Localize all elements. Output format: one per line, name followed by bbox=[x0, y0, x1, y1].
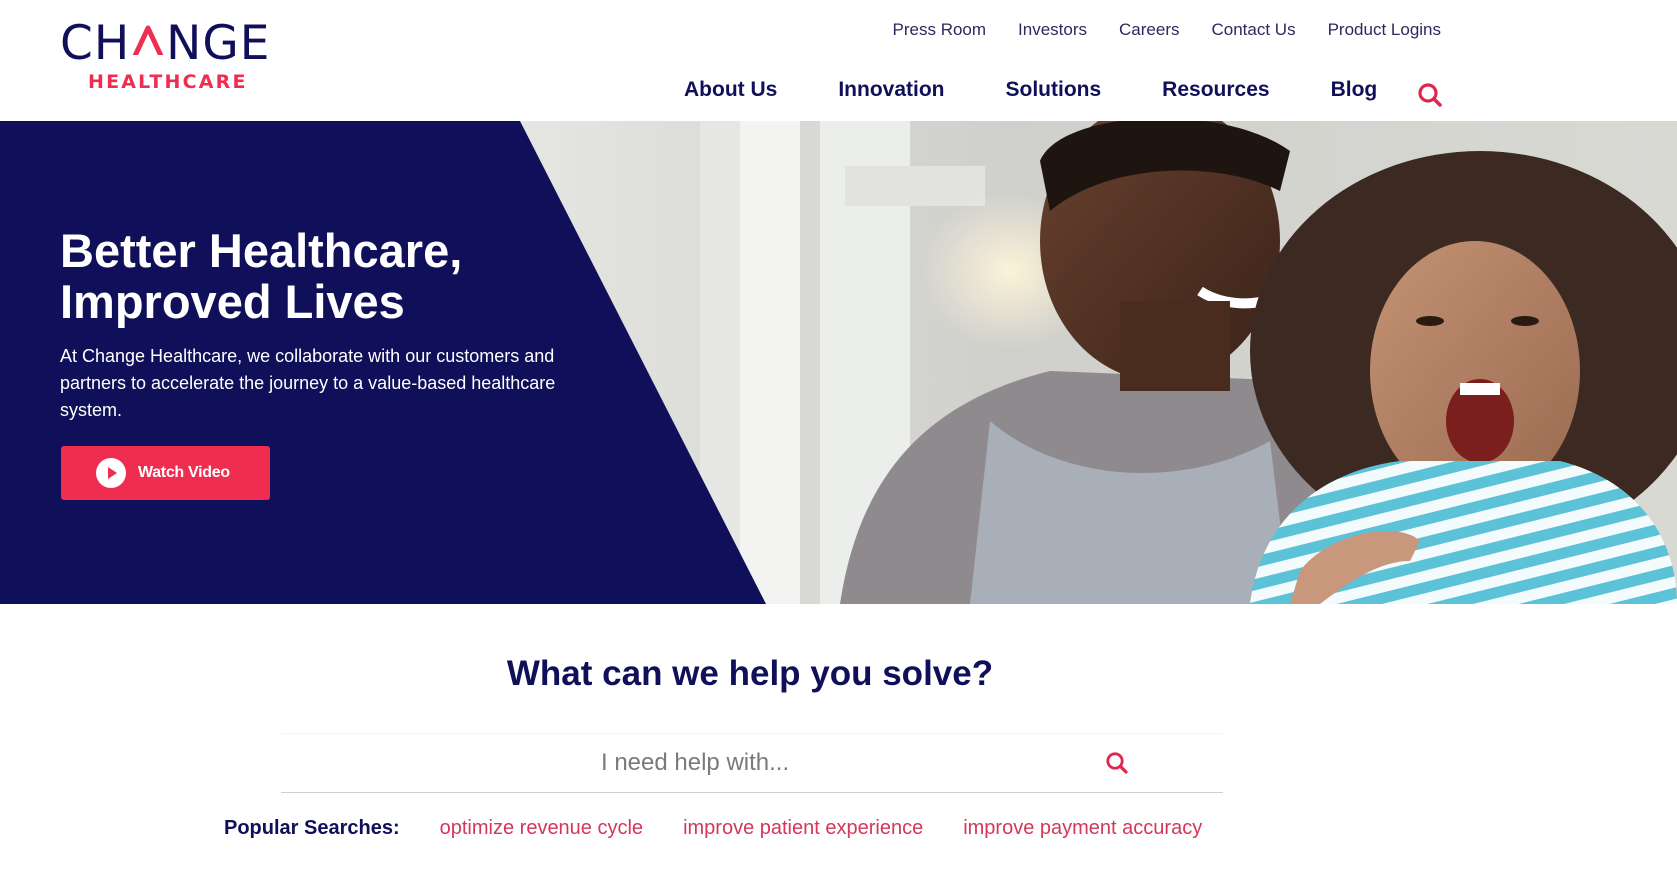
solve-title: What can we help you solve? bbox=[506, 654, 994, 693]
logo-text-ch: CH bbox=[60, 16, 131, 71]
utility-link-product-logins[interactable]: Product Logins bbox=[1328, 19, 1441, 41]
play-circle-icon bbox=[96, 458, 126, 488]
solve-search-box bbox=[281, 733, 1223, 793]
nav-blog[interactable]: Blog bbox=[1331, 76, 1378, 104]
logo-wordmark: CH NGE bbox=[60, 20, 270, 68]
change-healthcare-logo[interactable]: CH NGE HEALTHCARE bbox=[60, 20, 282, 96]
popular-link-improve-payment-accuracy[interactable]: improve payment accuracy bbox=[963, 817, 1202, 840]
hero-title-line-1: Better Healthcare, bbox=[60, 224, 463, 277]
main-nav: About Us Innovation Solutions Resources … bbox=[684, 76, 1377, 104]
nav-about-us[interactable]: About Us bbox=[684, 76, 777, 104]
hero-description: At Change Healthcare, we collaborate wit… bbox=[60, 346, 556, 420]
utility-nav: Press Room Investors Careers Contact Us … bbox=[893, 19, 1441, 41]
hero-title: Better Healthcare, Improved Lives bbox=[60, 225, 580, 327]
utility-link-careers[interactable]: Careers bbox=[1119, 19, 1179, 41]
watch-video-button[interactable]: Watch Video bbox=[61, 446, 270, 500]
utility-link-investors[interactable]: Investors bbox=[1018, 19, 1087, 41]
logo-healthcare-text: HEALTHCARE bbox=[88, 71, 248, 93]
popular-link-improve-patient-experience[interactable]: improve patient experience bbox=[683, 817, 923, 840]
popular-searches-label: Popular Searches: bbox=[224, 817, 400, 839]
logo-triangle-icon bbox=[131, 25, 166, 61]
popular-link-optimize-revenue-cycle[interactable]: optimize revenue cycle bbox=[440, 817, 643, 840]
hero-title-line-2: Improved Lives bbox=[60, 275, 405, 328]
popular-searches: Popular Searches: optimize revenue cycle… bbox=[224, 817, 1202, 840]
nav-innovation[interactable]: Innovation bbox=[838, 76, 944, 104]
utility-link-press-room[interactable]: Press Room bbox=[893, 19, 987, 41]
utility-link-contact-us[interactable]: Contact Us bbox=[1212, 19, 1296, 41]
logo-text-nge: NGE bbox=[166, 16, 271, 71]
nav-resources[interactable]: Resources bbox=[1162, 76, 1269, 104]
hero-banner: Better Healthcare, Improved Lives At Cha… bbox=[0, 121, 1677, 604]
site-header: CH NGE HEALTHCARE Press Room Investors Ca… bbox=[0, 0, 1677, 121]
solve-search-input[interactable] bbox=[281, 734, 1161, 792]
watch-video-label: Watch Video bbox=[138, 464, 230, 481]
search-icon[interactable] bbox=[1417, 82, 1443, 108]
search-icon[interactable] bbox=[1105, 751, 1129, 775]
nav-solutions[interactable]: Solutions bbox=[1006, 76, 1102, 104]
